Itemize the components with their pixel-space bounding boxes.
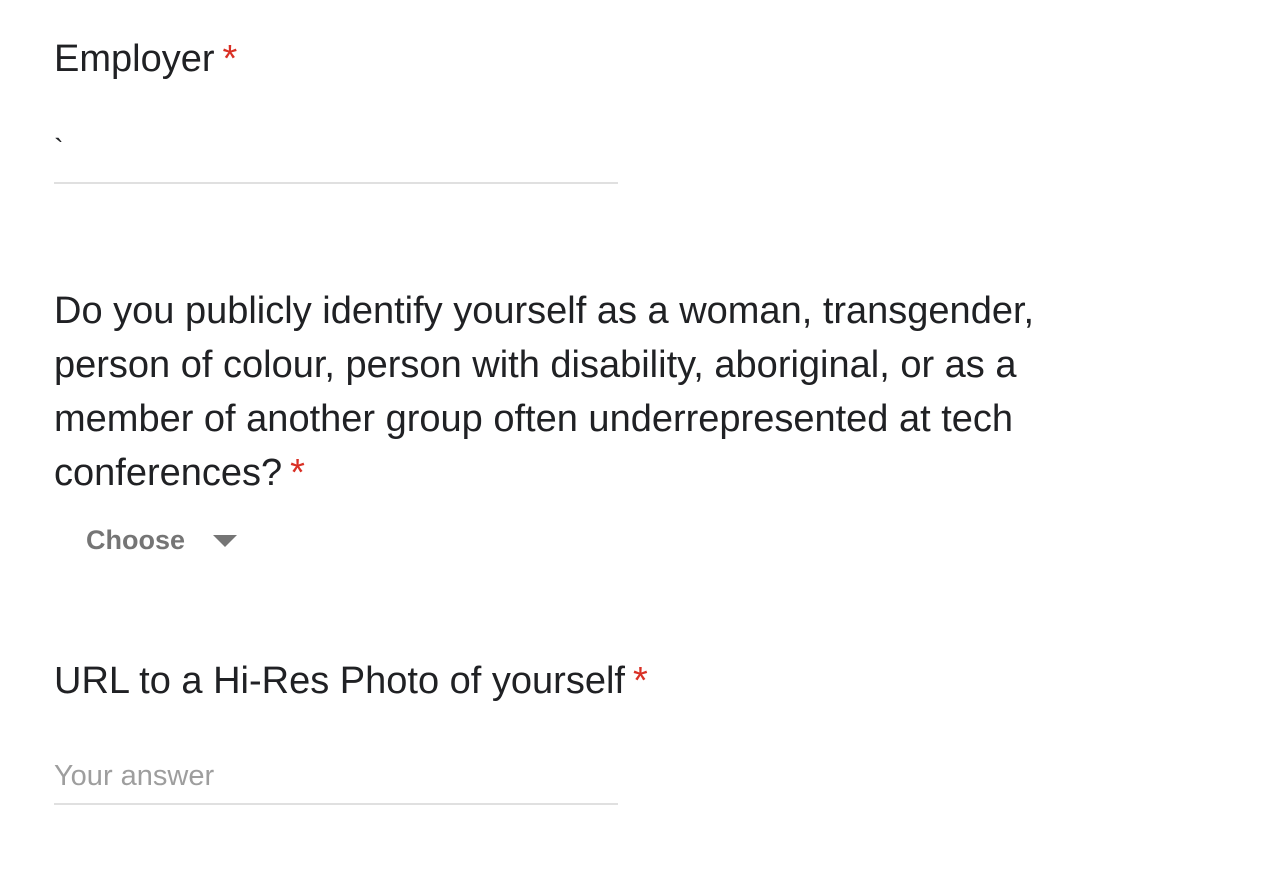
photo-url-input[interactable] bbox=[54, 754, 618, 798]
question-line-1: Do you publicly identify yourself as a w… bbox=[54, 290, 1035, 332]
triangle-down-icon bbox=[213, 535, 238, 547]
question-line-3: member of another group often underrepre… bbox=[54, 398, 1014, 440]
employer-input-underline bbox=[54, 182, 618, 184]
photo-url-input-underline bbox=[54, 803, 618, 805]
required-asterisk: * bbox=[632, 660, 648, 702]
employer-title-text: Employer bbox=[54, 38, 215, 80]
underrepresented-dropdown[interactable]: Choose bbox=[86, 516, 238, 564]
dropdown-selected-value: Choose bbox=[86, 524, 186, 555]
question-line-4-text: conferences? bbox=[54, 452, 283, 494]
employer-input[interactable] bbox=[54, 128, 618, 172]
photo-url-title-text: URL to a Hi-Res Photo of yourself bbox=[54, 660, 625, 702]
question-line-4: conferences? * bbox=[54, 446, 1034, 500]
photo-url-question-title: URL to a Hi-Res Photo of yourself * bbox=[54, 654, 648, 708]
required-asterisk: * bbox=[222, 38, 238, 80]
question-line-2: person of colour, person with disability… bbox=[54, 344, 1017, 386]
employer-question-title: Employer * bbox=[54, 32, 237, 86]
underrepresented-question-title: Do you publicly identify yourself as a w… bbox=[54, 284, 1034, 500]
required-asterisk: * bbox=[290, 452, 305, 494]
